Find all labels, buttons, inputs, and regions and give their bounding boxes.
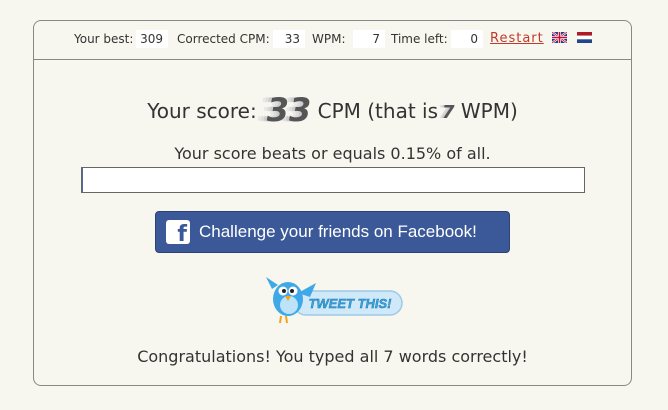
percentile-text: Your score beats or equals 0.15% of all. [174,144,491,163]
score-wpm-value: 7 [442,102,455,123]
cpm-label: Corrected CPM: [177,32,270,46]
facebook-challenge-button[interactable]: f Challenge your friends on Facebook! [155,211,510,253]
score-cpm-unit: CPM (that is [317,99,438,123]
score-wpm-unit: WPM) [460,99,518,123]
score-prefix: Your score: [147,99,257,123]
best-value: 309 [136,30,168,48]
best-label: Your best: [74,32,134,46]
cpm-value: 33 [273,30,305,48]
wpm-value: 7 [353,30,385,48]
tweet-this-label: TWEET THIS! [308,296,392,311]
time-left-label: Time left: [391,32,448,46]
uk-flag-icon[interactable] [552,32,567,43]
percentile-bar-fill [82,168,83,192]
tweet-this-button[interactable]: TWEET THIS! [264,271,404,327]
facebook-icon: f [166,220,190,246]
stats-bar: Your best: 309 Corrected CPM: 33 WPM: 7 … [34,21,631,60]
netherlands-flag-icon[interactable] [577,32,592,43]
percentile-bar [81,167,585,193]
congratulations-message: Congratulations! You typed all 7 words c… [137,347,528,366]
score-cpm-value: 33 [266,91,312,129]
facebook-challenge-label: Challenge your friends on Facebook! [199,222,477,241]
wpm-label: WPM: [312,32,346,46]
restart-link[interactable]: Restart [490,31,544,46]
time-left-value: 0 [451,30,483,48]
score-line: Your score: 33 CPM (that is 7 WPM) [34,91,631,129]
result-panel: Your best: 309 Corrected CPM: 33 WPM: 7 … [33,20,632,386]
